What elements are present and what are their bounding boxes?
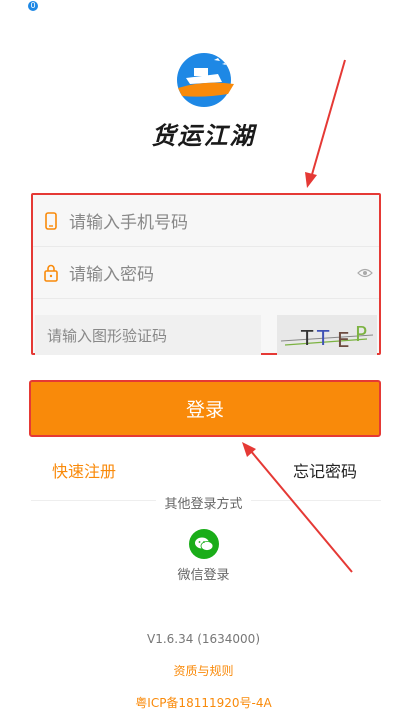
annotation-arrowhead-top: [305, 172, 317, 188]
forgot-password-link[interactable]: 忘记密码: [293, 458, 357, 482]
lock-icon: [33, 264, 69, 282]
register-link[interactable]: 快速注册: [52, 458, 116, 482]
ship-logo-icon: [168, 50, 240, 114]
icp-link[interactable]: 粤ICP备18111920号-4A: [0, 694, 407, 711]
login-form: 请输入手机号码 请输入密码 请输入图形验证码 T T E P: [31, 193, 381, 355]
wechat-login-label: 微信登录: [177, 568, 230, 583]
captcha-char: T: [300, 326, 314, 350]
app-logo: 货运江湖: [0, 50, 407, 151]
password-field[interactable]: 请输入密码: [33, 247, 379, 299]
captcha-image[interactable]: T T E P: [277, 315, 377, 355]
captcha-placeholder: 请输入图形验证码: [47, 326, 168, 345]
captcha-char: P: [355, 322, 367, 346]
other-login-label: 其他登录方式: [0, 493, 407, 512]
eye-icon[interactable]: [351, 268, 379, 278]
rules-link[interactable]: 资质与规则: [0, 662, 407, 679]
other-login-text: 其他登录方式: [156, 497, 251, 512]
captcha-char: E: [337, 328, 350, 352]
phone-field[interactable]: 请输入手机号码: [33, 195, 379, 247]
status-badge: 0: [28, 1, 38, 11]
wechat-icon: [195, 537, 214, 551]
wechat-login-button[interactable]: [189, 529, 219, 559]
login-button[interactable]: 登录: [29, 380, 381, 437]
annotation-arrowhead-bottom: [242, 442, 256, 457]
captcha-char: T: [316, 326, 330, 350]
app-version: V1.6.34 (1634000): [147, 632, 260, 646]
phone-input[interactable]: 请输入手机号码: [69, 208, 379, 233]
phone-icon: [33, 211, 69, 230]
captcha-input[interactable]: 请输入图形验证码: [35, 315, 261, 355]
password-input[interactable]: 请输入密码: [69, 260, 351, 285]
brand-name: 货运江湖: [151, 122, 256, 150]
